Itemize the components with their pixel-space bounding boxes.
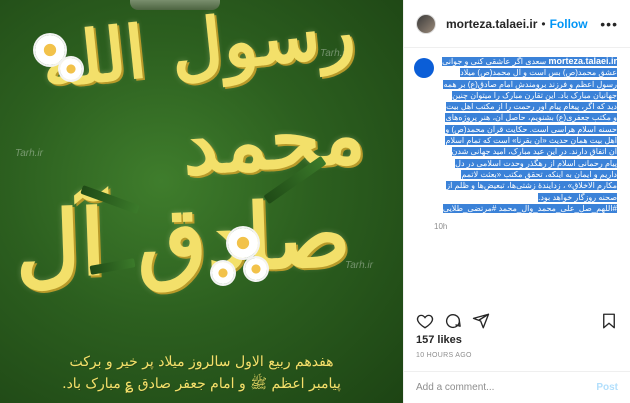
daisy-flower (35, 35, 65, 65)
separator-dot: • (541, 16, 546, 31)
more-horizontal-icon[interactable]: ••• (600, 16, 618, 32)
avatar[interactable] (414, 58, 434, 78)
daisy-flower (228, 228, 258, 258)
header-username[interactable]: morteza.talaei.ir (446, 17, 537, 31)
daisy-flower (212, 262, 234, 284)
action-bar (416, 310, 618, 332)
daisy-flower (60, 58, 82, 80)
caption-username[interactable]: morteza.talaei.ir (548, 56, 617, 66)
follow-button[interactable]: Follow (550, 17, 588, 31)
heart-icon[interactable] (416, 312, 434, 330)
post-header: morteza.talaei.ir • Follow ••• (404, 0, 630, 48)
bookmark-icon[interactable] (600, 312, 618, 330)
comment-icon[interactable] (444, 312, 462, 330)
caption-time: 10h (434, 222, 448, 232)
caption-text: سعدی اگر عاشقی کنی و جوانی عشق محمد(ص) ب… (442, 57, 617, 213)
image-caption: هفدهم ربیع الاول سالروز میلاد پر خیر و ب… (0, 351, 403, 395)
calligraphy-artwork: رسول الله محمد صادق آل (13, 0, 380, 305)
post-sidebar: morteza.talaei.ir • Follow ••• morteza.t… (403, 0, 630, 403)
post-image[interactable]: Tarh.ir Tarh.ir Tarh.ir رسول الله محمد ص… (0, 0, 403, 403)
daisy-flower (245, 258, 267, 280)
calligraphy-line: صادق آل (12, 181, 352, 299)
caption-comment: morteza.talaei.ir سعدی اگر عاشقی کنی و ج… (414, 56, 620, 231)
post-timestamp[interactable]: 10 HOURS AGO (416, 352, 472, 359)
calligraphy-line: محمد (179, 86, 369, 194)
image-caption-line: پیامبر اعظم ﷺ و امام جعفر صادق ؏ مبارک ب… (62, 376, 341, 392)
avatar[interactable] (416, 13, 436, 34)
likes-count[interactable]: 157 likes (416, 334, 462, 346)
comments-area: morteza.talaei.ir سعدی اگر عاشقی کنی و ج… (404, 56, 630, 296)
image-caption-line: هفدهم ربیع الاول سالروز میلاد پر خیر و ب… (69, 354, 334, 370)
calligraphy-line: رسول الله (37, 0, 359, 105)
caption-text-block: morteza.talaei.ir سعدی اگر عاشقی کنی و ج… (442, 56, 617, 214)
comment-input[interactable] (416, 382, 597, 393)
share-icon[interactable] (472, 312, 490, 330)
comment-bar: Post (404, 371, 630, 403)
post-button[interactable]: Post (596, 382, 618, 393)
